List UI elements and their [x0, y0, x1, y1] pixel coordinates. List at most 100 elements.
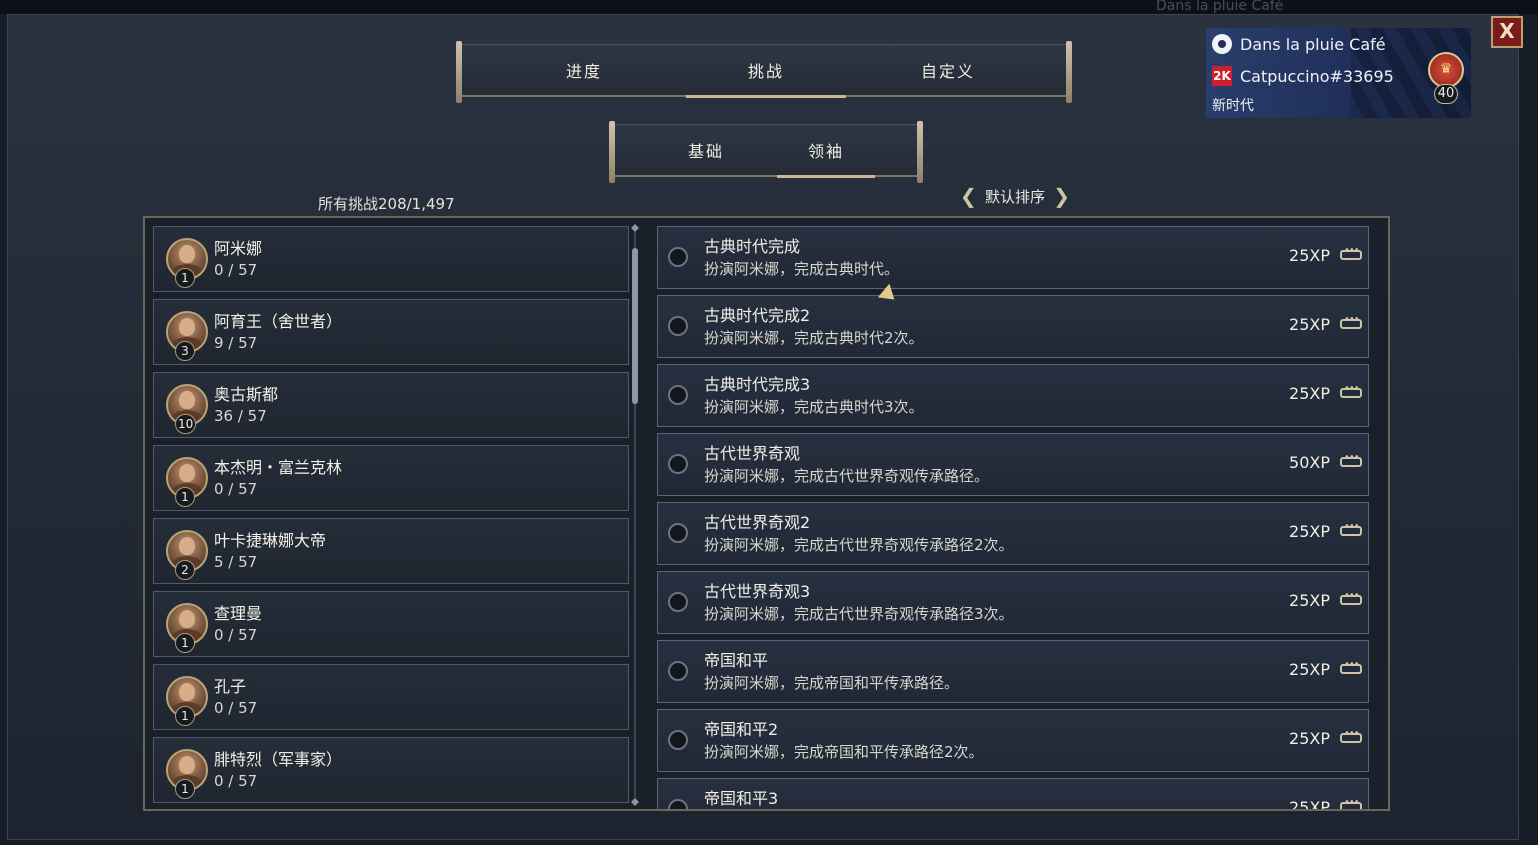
challenge-description: 扮演阿米娜，完成古代世界奇观传承路径。	[704, 467, 990, 485]
challenge-xp: 25XP	[1289, 591, 1330, 610]
2k-logo-icon: 2K	[1212, 66, 1232, 86]
profile-level: 40	[1434, 84, 1458, 104]
leader-level-badge: 1	[175, 706, 195, 726]
account-name: Catpuccino#33695	[1240, 66, 1394, 86]
xp-ticket-icon	[1340, 797, 1362, 809]
challenge-status-radio	[668, 247, 688, 267]
challenge-title: 帝国和平2	[704, 720, 779, 739]
challenge-title: 古典时代完成	[704, 237, 801, 256]
challenge-item[interactable]: 古典时代完成2 扮演阿米娜，完成古典时代2次。 25XP	[657, 295, 1369, 358]
challenge-panel: 1 阿米娜 0 / 57 3 阿育王（舍世者） 9 / 57 10 奥古斯都 3…	[143, 216, 1390, 811]
leader-level-badge: 3	[175, 341, 195, 361]
leader-progress: 36 / 57	[214, 407, 267, 425]
leader-name: 阿米娜	[214, 239, 263, 258]
leader-progress: 5 / 57	[214, 553, 258, 571]
leader-item[interactable]: 1 孔子 0 / 57	[153, 664, 629, 730]
challenge-title: 古典时代完成2	[704, 306, 811, 325]
sort-selector[interactable]: ❮ 默认排序 ❯	[960, 184, 1070, 208]
challenge-description: 扮演阿米娜，完成帝国和平传承路径。	[704, 674, 960, 692]
platform-name: Dans la pluie Café	[1240, 34, 1386, 54]
chevron-right-icon[interactable]: ❯	[1053, 184, 1070, 208]
top-strip: Dans la pluie Café	[0, 0, 1538, 14]
xp-ticket-icon	[1340, 383, 1362, 398]
xp-ticket-icon	[1340, 728, 1362, 743]
leader-name: 腓特烈（军事家）	[214, 750, 343, 769]
challenge-xp: 25XP	[1289, 522, 1330, 541]
tab-custom[interactable]: 自定义	[856, 45, 1040, 95]
challenge-item[interactable]: 帝国和平3 25XP	[657, 778, 1369, 811]
challenge-item[interactable]: 古代世界奇观2 扮演阿米娜，完成古代世界奇观传承路径2次。 25XP	[657, 502, 1369, 565]
leader-progress: 0 / 57	[214, 699, 258, 717]
xp-ticket-icon	[1340, 245, 1362, 260]
challenge-title: 古代世界奇观3	[704, 582, 811, 601]
challenge-total: 所有挑战208/1,497	[318, 195, 455, 213]
leader-item[interactable]: 1 腓特烈（军事家） 0 / 57	[153, 737, 629, 803]
challenge-status-radio	[668, 316, 688, 336]
challenge-status-radio	[668, 661, 688, 681]
crown-badge-icon: ♛	[1428, 52, 1464, 88]
challenge-description: 扮演阿米娜，完成古典时代3次。	[704, 398, 924, 416]
challenge-title: 帝国和平3	[704, 789, 779, 808]
challenge-description: 扮演阿米娜，完成古代世界奇观传承路径3次。	[704, 605, 1014, 623]
leader-item[interactable]: 1 本杰明・富兰克林 0 / 57	[153, 445, 629, 511]
challenge-title: 古典时代完成3	[704, 375, 811, 394]
subtab-leaders[interactable]: 领袖	[765, 125, 887, 178]
challenge-xp: 25XP	[1289, 246, 1330, 265]
challenge-description: 扮演阿米娜，完成帝国和平传承路径2次。	[704, 743, 984, 761]
leader-level-badge: 1	[175, 633, 195, 653]
challenge-status-radio	[668, 454, 688, 474]
subtab-basic[interactable]: 基础	[645, 125, 767, 175]
leader-level-badge: 1	[175, 487, 195, 507]
xp-ticket-icon	[1340, 590, 1362, 605]
challenge-title: 帝国和平	[704, 651, 769, 670]
leader-level-badge: 10	[175, 414, 197, 434]
chevron-left-icon[interactable]: ❮	[960, 184, 977, 208]
leader-item[interactable]: 3 阿育王（舍世者） 9 / 57	[153, 299, 629, 365]
challenge-xp: 25XP	[1289, 729, 1330, 748]
tab-challenges[interactable]: 挑战	[674, 45, 858, 98]
challenge-status-radio	[668, 385, 688, 405]
leader-item[interactable]: 2 叶卡捷琳娜大帝 5 / 57	[153, 518, 629, 584]
sort-label: 默认排序	[984, 187, 1045, 206]
leader-level-badge: 1	[175, 779, 195, 799]
leader-progress: 0 / 57	[214, 261, 258, 279]
leader-list-scroll-thumb[interactable]	[632, 248, 638, 404]
challenge-title: 古代世界奇观	[704, 444, 801, 463]
ghost-title: Dans la pluie Café	[1156, 0, 1284, 14]
leader-progress: 0 / 57	[214, 626, 258, 644]
challenge-xp: 50XP	[1289, 453, 1330, 472]
leader-list-scrollbar[interactable]	[631, 224, 639, 806]
sub-tab-bar: 基础 领袖	[609, 121, 923, 183]
leader-name: 奥古斯都	[214, 385, 279, 404]
leader-item[interactable]: 1 查理曼 0 / 57	[153, 591, 629, 657]
challenge-item[interactable]: 帝国和平2 扮演阿米娜，完成帝国和平传承路径2次。 25XP	[657, 709, 1369, 772]
challenge-xp: 25XP	[1289, 660, 1330, 679]
close-button[interactable]: X	[1491, 16, 1523, 48]
challenge-status-radio	[668, 799, 688, 809]
challenge-item[interactable]: 帝国和平 扮演阿米娜，完成帝国和平传承路径。 25XP	[657, 640, 1369, 703]
leader-name: 阿育王（舍世者）	[214, 312, 343, 331]
challenge-item[interactable]: 古典时代完成3 扮演阿米娜，完成古典时代3次。 25XP	[657, 364, 1369, 427]
xp-ticket-icon	[1340, 452, 1362, 467]
challenge-xp: 25XP	[1289, 798, 1330, 811]
leader-item[interactable]: 1 阿米娜 0 / 57	[153, 226, 629, 292]
xp-ticket-icon	[1340, 521, 1362, 536]
xp-ticket-icon	[1340, 659, 1362, 674]
main-tab-bar: 进度 挑战 自定义	[456, 41, 1072, 103]
leader-name: 叶卡捷琳娜大帝	[214, 531, 327, 550]
tab-challenges-label: 挑战	[747, 62, 784, 81]
challenge-xp: 25XP	[1289, 384, 1330, 403]
challenge-item[interactable]: 古代世界奇观 扮演阿米娜，完成古代世界奇观传承路径。 50XP	[657, 433, 1369, 496]
challenge-title: 古代世界奇观2	[704, 513, 811, 532]
leader-level-badge: 1	[175, 268, 195, 288]
challenge-xp: 25XP	[1289, 315, 1330, 334]
subtab-basic-label: 基础	[687, 142, 724, 161]
leader-item[interactable]: 10 奥古斯都 36 / 57	[153, 372, 629, 438]
challenge-status-radio	[668, 523, 688, 543]
challenge-item[interactable]: 古代世界奇观3 扮演阿米娜，完成古代世界奇观传承路径3次。 25XP	[657, 571, 1369, 634]
leader-name: 本杰明・富兰克林	[214, 458, 343, 477]
tab-progress[interactable]: 进度	[492, 45, 676, 95]
leader-name: 孔子	[214, 677, 247, 696]
subtab-leaders-label: 领袖	[807, 142, 844, 161]
challenge-item[interactable]: 古典时代完成 扮演阿米娜，完成古典时代。 25XP	[657, 226, 1369, 289]
